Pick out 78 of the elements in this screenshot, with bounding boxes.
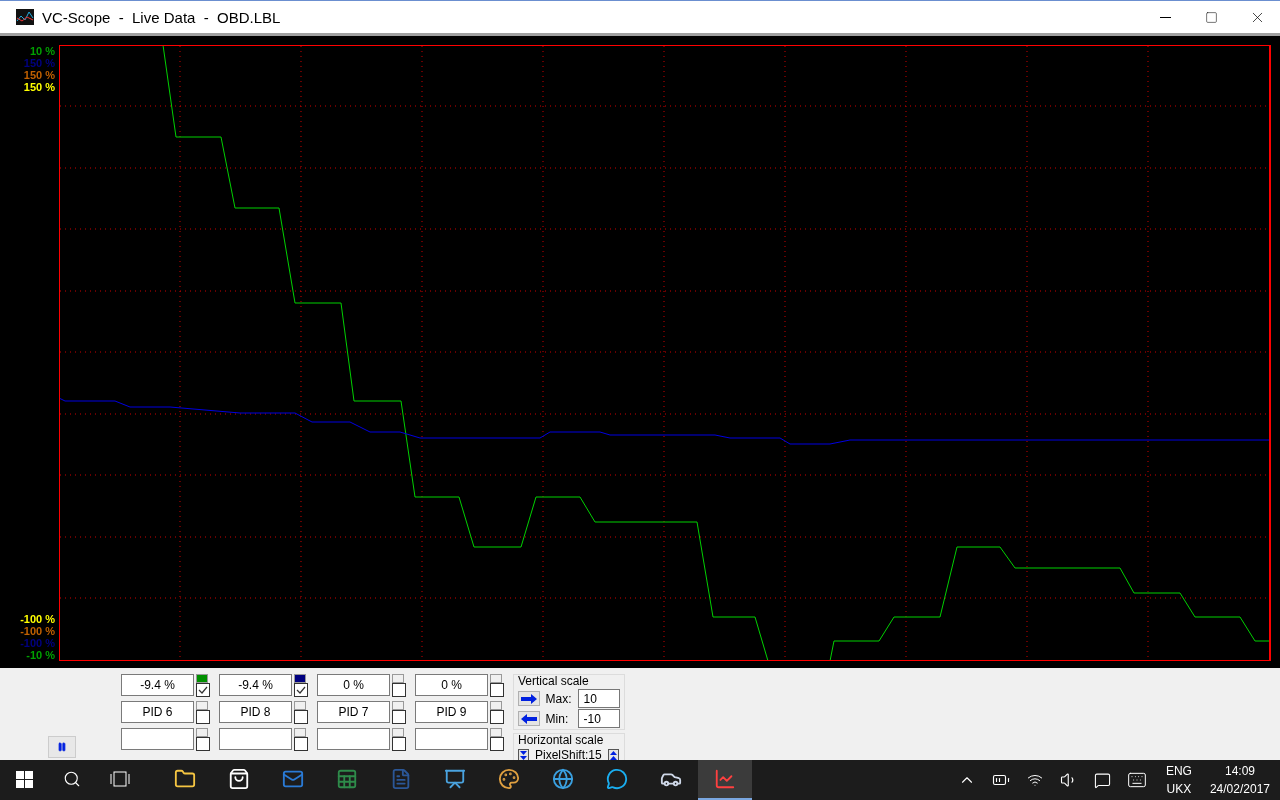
color-swatch <box>392 674 404 683</box>
min-field[interactable]: -10 <box>577 709 620 728</box>
empty-field[interactable] <box>219 728 292 750</box>
empty-field[interactable] <box>415 728 488 750</box>
value-field[interactable]: -9.4 % <box>121 674 194 696</box>
language-indicator[interactable]: ENG UKX <box>1155 764 1202 796</box>
checkbox[interactable] <box>490 710 504 724</box>
folder-icon <box>174 768 196 790</box>
pause-icon <box>57 742 67 752</box>
spreadsheet-icon <box>336 768 358 790</box>
presentation-icon <box>444 768 466 790</box>
axis-label: -100 % <box>20 613 55 625</box>
check-icon <box>296 686 306 694</box>
max-field[interactable]: 10 <box>577 689 620 708</box>
color-swatch <box>294 728 306 737</box>
checkbox[interactable] <box>196 710 210 724</box>
value-field[interactable]: -9.4 % <box>219 674 292 696</box>
left-arrow-button[interactable] <box>518 711 540 726</box>
group-title: Horizontal scale <box>518 734 605 747</box>
empty-field[interactable] <box>317 728 390 750</box>
empty-field[interactable] <box>121 728 194 750</box>
checkbox[interactable] <box>490 683 504 697</box>
checkbox[interactable] <box>392 737 406 751</box>
axis-label: 150 % <box>23 69 55 81</box>
axis-label: 150 % <box>23 57 55 69</box>
checkbox[interactable] <box>294 710 308 724</box>
checkbox[interactable] <box>490 737 504 751</box>
axis-label: -10 % <box>26 649 55 661</box>
palette-icon <box>498 768 520 790</box>
pid-name-field[interactable]: PID 7 <box>317 701 390 723</box>
chat-bubble-icon <box>606 768 628 790</box>
line-chart-icon <box>714 768 736 790</box>
group-title: Vertical scale <box>518 675 590 688</box>
min-label: Min: <box>545 711 570 726</box>
window-title: VC-Scope - Live Data - OBD.LBL <box>42 8 282 26</box>
axis-label: 10 % <box>29 45 55 57</box>
pause-button[interactable] <box>48 736 76 758</box>
axis-label: -100 % <box>20 625 55 637</box>
color-swatch <box>294 701 306 710</box>
checkbox[interactable] <box>196 737 210 751</box>
check-icon <box>198 686 208 694</box>
color-swatch <box>196 701 208 710</box>
task-view-icon <box>110 771 130 787</box>
checkbox[interactable] <box>196 683 210 697</box>
right-arrow-icon <box>519 693 538 704</box>
windows-logo-icon <box>15 770 33 788</box>
document-icon <box>390 768 412 790</box>
checkbox[interactable] <box>294 737 308 751</box>
color-swatch <box>392 701 404 710</box>
axis-label: -100 % <box>20 637 55 649</box>
double-down-icon <box>520 750 527 760</box>
color-swatch <box>196 728 208 737</box>
double-up-icon <box>609 750 617 760</box>
pid-name-field[interactable]: PID 9 <box>415 701 488 723</box>
color-swatch <box>490 674 502 683</box>
checkbox[interactable] <box>392 710 406 724</box>
checkbox[interactable] <box>392 683 406 697</box>
value-field[interactable]: 0 % <box>317 674 390 696</box>
maximize-icon <box>1204 10 1218 24</box>
checkbox[interactable] <box>294 683 308 697</box>
scope-app-icon <box>16 9 34 25</box>
pixel-shift-label: PixelShift:15 <box>535 748 602 760</box>
max-label: Max: <box>545 691 572 706</box>
clock[interactable]: 14:09 24/02/2017 <box>1205 764 1280 796</box>
color-swatch <box>490 728 502 737</box>
mail-icon <box>282 768 304 790</box>
search-icon <box>63 770 81 788</box>
value-field[interactable]: 0 % <box>415 674 488 696</box>
minimize-icon <box>1159 16 1171 18</box>
color-swatch <box>490 701 502 710</box>
pid-name-field[interactable]: PID 6 <box>121 701 194 723</box>
pid-name-field[interactable]: PID 8 <box>219 701 292 723</box>
left-arrow-icon <box>519 713 538 724</box>
axis-label: 150 % <box>23 81 55 93</box>
right-arrow-button[interactable] <box>518 691 540 706</box>
shopping-bag-icon <box>228 768 250 790</box>
globe-icon <box>552 768 574 790</box>
color-swatch <box>392 728 404 737</box>
